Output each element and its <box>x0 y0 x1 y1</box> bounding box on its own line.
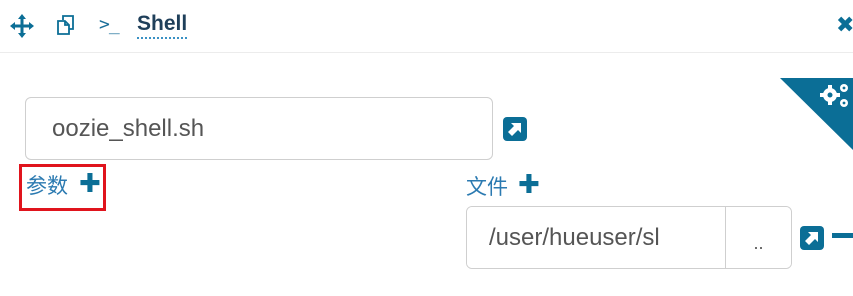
browse-button[interactable]: .. <box>725 207 791 268</box>
add-file-plus-icon[interactable]: ✚ <box>518 171 540 197</box>
terminal-prompt-icon: >_ <box>99 14 120 35</box>
script-file-input[interactable] <box>25 97 493 160</box>
add-param-plus-icon[interactable]: ✚ <box>79 170 101 196</box>
settings-gear-icon[interactable] <box>780 78 853 150</box>
action-header: >_ Shell ✖ <box>0 0 853 53</box>
action-title[interactable]: Shell <box>137 12 188 39</box>
file-path-group: .. <box>466 206 792 269</box>
copy-icon[interactable] <box>54 13 78 37</box>
script-open-link-icon[interactable] <box>503 117 527 141</box>
file-path-input[interactable] <box>467 207 725 268</box>
move-arrows-icon[interactable] <box>10 14 34 38</box>
params-label: 参数 <box>26 175 68 198</box>
files-label: 文件 <box>466 176 508 199</box>
remove-file-minus-icon[interactable] <box>832 233 853 238</box>
close-icon[interactable]: ✖ <box>836 12 853 38</box>
file-open-link-icon[interactable] <box>800 226 824 250</box>
